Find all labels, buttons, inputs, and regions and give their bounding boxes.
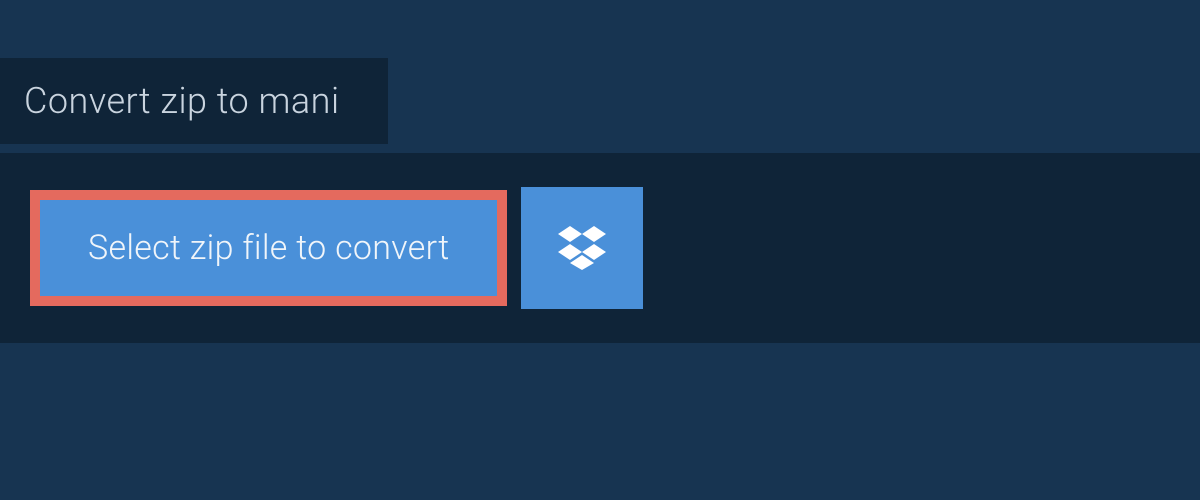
select-file-button[interactable]: Select zip file to convert (30, 190, 507, 306)
upload-panel: Select zip file to convert (0, 153, 1200, 343)
dropbox-button[interactable] (521, 187, 643, 309)
title-tab: Convert zip to mani (0, 58, 388, 144)
dropbox-icon (558, 226, 606, 270)
page-title: Convert zip to mani (24, 80, 340, 122)
